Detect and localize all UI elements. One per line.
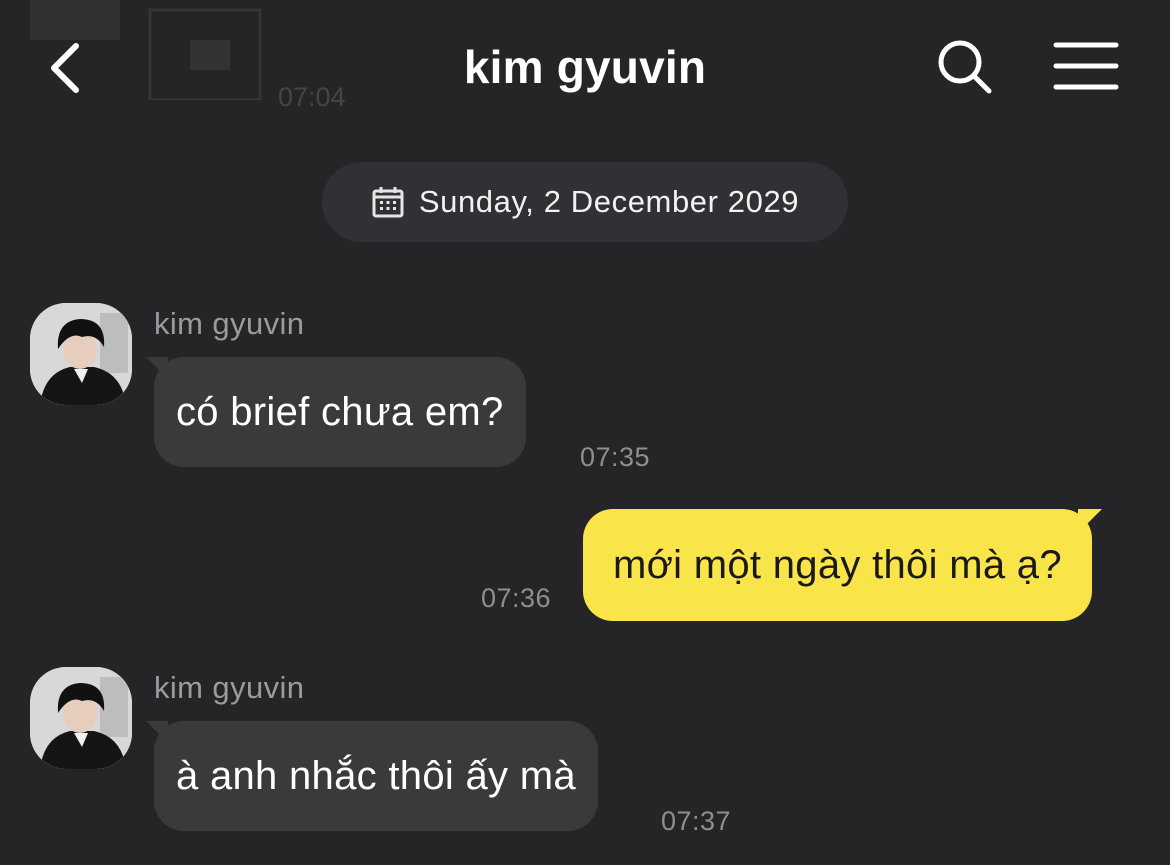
hamburger-menu-icon (1053, 42, 1119, 90)
avatar-photo (30, 667, 132, 769)
avatar-photo (30, 303, 132, 405)
chat-header: kim gyuvin (0, 0, 1170, 140)
message-bubble-incoming[interactable]: có brief chưa em? (146, 357, 526, 467)
message-text: mới một ngày thôi mà ạ? (613, 542, 1062, 587)
message-bubble-outgoing[interactable]: mới một ngày thôi mà ạ? (583, 509, 1102, 621)
calendar-icon (372, 187, 404, 218)
avatar[interactable] (30, 303, 132, 405)
date-divider: Sunday, 2 December 2029 (322, 162, 848, 242)
avatar[interactable] (30, 667, 132, 769)
chat-screen: 07:04 kim gyuvin Sunday, 2 December 2029… (0, 0, 1170, 865)
menu-button[interactable] (1052, 40, 1120, 92)
sender-name: kim gyuvin (154, 670, 305, 705)
message-timestamp: 07:37 (661, 806, 732, 836)
message-timestamp: 07:35 (580, 442, 651, 472)
sender-name: kim gyuvin (154, 306, 305, 341)
date-divider-text: Sunday, 2 December 2029 (418, 184, 800, 219)
message-text: à anh nhắc thôi ấy mà (176, 753, 576, 798)
message-text: có brief chưa em? (176, 389, 504, 434)
search-button[interactable] (934, 36, 996, 96)
message-timestamp: 07:36 (481, 583, 552, 613)
search-icon (938, 40, 992, 94)
message-bubble-incoming[interactable]: à anh nhắc thôi ấy mà (146, 721, 598, 831)
